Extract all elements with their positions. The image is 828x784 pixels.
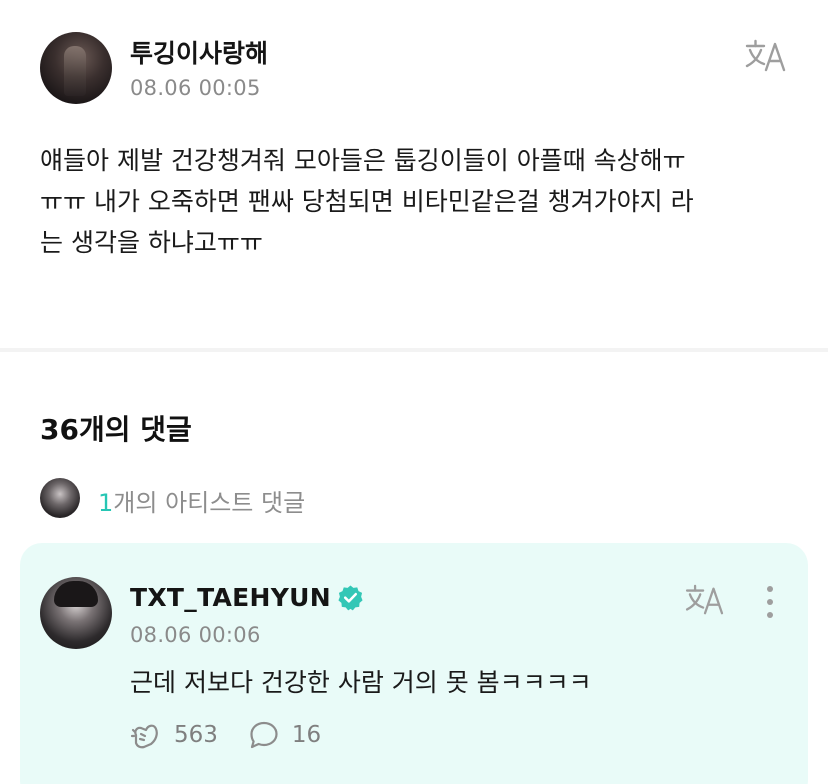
artist-comments-text: 개의 아티스트 댓글 <box>113 489 306 517</box>
reply-count: 16 <box>291 722 322 748</box>
comment-timestamp: 08.06 00:06 <box>130 623 261 647</box>
cheer-count: 563 <box>174 722 218 748</box>
reply-icon[interactable] <box>248 719 280 751</box>
verified-badge-icon <box>338 584 363 610</box>
artist-comment-count: 1 <box>98 489 114 517</box>
artist-avatar <box>40 478 80 518</box>
author-avatar[interactable] <box>40 32 112 104</box>
commenter-avatar[interactable] <box>40 577 112 649</box>
commenter-name-row: TXT_TAEHYUN <box>130 581 364 613</box>
post-body-line: ㅠㅠ 내가 오죽하면 팬싸 당첨되면 비타민같은걸 챙겨가야지 라 <box>40 187 694 216</box>
translate-icon[interactable] <box>684 583 726 617</box>
author-name[interactable]: 투깅이사랑해 <box>130 34 268 70</box>
post-body-line: 얘들아 제발 건강챙겨줘 모아들은 툽깅이들이 아플때 속상해ㅠ <box>40 146 686 175</box>
translate-icon[interactable] <box>744 38 788 74</box>
post-body-line: 는 생각을 하냐고ㅠㅠ <box>40 228 263 257</box>
post-header: 투깅이사랑해 08.06 00:05 <box>40 32 788 106</box>
more-options-icon[interactable] <box>764 585 776 619</box>
comment-actions: 563 16 <box>130 719 321 751</box>
artist-comment-card: TXT_TAEHYUN 08.06 00:06 근데 저보다 건강한 사람 거의… <box>20 543 808 784</box>
post-timestamp: 08.06 00:05 <box>130 76 261 100</box>
post-body: 얘들아 제발 건강챙겨줘 모아들은 툽깅이들이 아플때 속상해ㅠ ㅠㅠ 내가 오… <box>40 140 790 263</box>
comment-text: 근데 저보다 건강한 사람 거의 못 봄ㅋㅋㅋㅋ <box>130 668 592 697</box>
commenter-name[interactable]: TXT_TAEHYUN <box>130 583 331 612</box>
artist-comments-label: 1개의 아티스트 댓글 <box>98 483 305 518</box>
cheer-icon[interactable] <box>130 719 162 751</box>
comment-count: 36개의 댓글 <box>40 413 192 446</box>
section-divider <box>0 348 828 352</box>
